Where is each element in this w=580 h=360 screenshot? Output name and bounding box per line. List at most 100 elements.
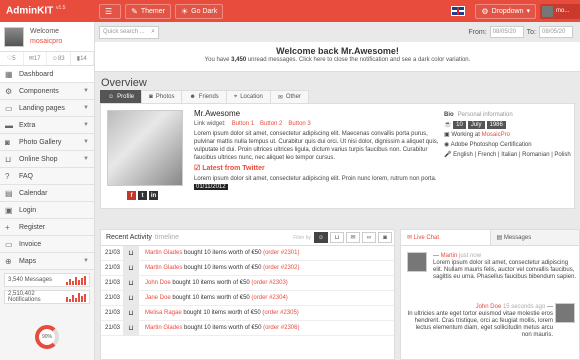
stat-bookmarks[interactable]: ▮ 14 bbox=[71, 52, 94, 65]
sidebar-item-register[interactable]: + Register bbox=[0, 219, 94, 236]
languages-row: 🎤 English | French | Italian | Romanian … bbox=[444, 152, 571, 158]
go-dark-button[interactable]: ☀ Go Dark bbox=[175, 3, 224, 19]
sidebar-item-maps[interactable]: ⊕ Maps ▼ bbox=[0, 253, 94, 270]
tab-profile[interactable]: ☺ Profile bbox=[100, 90, 143, 103]
list-item: 21/03 ⊔ Melisa Ragae bought 10 items worth… bbox=[101, 305, 394, 321]
filter-camera-icon[interactable]: ◙ bbox=[378, 232, 392, 243]
avatar bbox=[555, 303, 575, 323]
sidebar-item-landing-pages[interactable]: ▭ Landing pages ▼ bbox=[0, 100, 94, 117]
twitter-heading: ☑ Latest from Twitter bbox=[194, 165, 265, 172]
stat-users[interactable]: ☺ 83 bbox=[47, 52, 71, 65]
sidebar-item-dashboard[interactable]: ▦ Dashboard bbox=[0, 66, 94, 83]
button-2[interactable]: Button 2 bbox=[260, 121, 282, 127]
camera-icon: ◙ bbox=[149, 94, 153, 100]
dropdown-button[interactable]: ⚙ Dropdown ▾ bbox=[475, 3, 536, 19]
chevron-down-icon: ▼ bbox=[83, 88, 89, 94]
sparkline bbox=[65, 275, 86, 285]
list-item: 21/03 ⊔ Martin Glades bought 10 items wort… bbox=[101, 245, 394, 261]
tab-messages[interactable]: ▤ Messages bbox=[489, 230, 579, 245]
facebook-icon[interactable]: f bbox=[127, 191, 136, 200]
sidebar-stats: ♡ 5 ✉ 17 ☺ 83 ▮ 14 bbox=[0, 52, 94, 66]
notifications-stat[interactable]: 2,510,402 Notifications bbox=[4, 290, 90, 304]
profile-name: Mr.Awesome bbox=[194, 109, 241, 118]
sidebar-item-calendar[interactable]: ▤ Calendar bbox=[0, 185, 94, 202]
welcome-notification[interactable]: Welcome back Mr.Awesome! You have 3,450 … bbox=[95, 42, 580, 72]
chevron-down-icon: ▼ bbox=[83, 258, 89, 264]
chevron-down-icon: ▼ bbox=[83, 122, 89, 128]
brush-icon: ✎ bbox=[131, 6, 138, 16]
date-range: From: 08/05/20 To: 08/05/20 bbox=[468, 26, 576, 38]
pin-icon: ⌖ bbox=[233, 93, 238, 100]
search-input[interactable]: Quick search ... ⌕ bbox=[99, 25, 159, 39]
filter-mail-icon[interactable]: ✉ bbox=[346, 232, 360, 243]
tab-friends[interactable]: ☻ Friends bbox=[181, 90, 227, 103]
sidebar-item-login[interactable]: ▣ Login bbox=[0, 202, 94, 219]
chat-icon: ✉ bbox=[407, 235, 413, 241]
folder-icon: ▬ bbox=[5, 120, 13, 130]
chat-icon: ✉ bbox=[277, 94, 283, 101]
caret-down-icon: ▾ bbox=[526, 8, 530, 15]
brand-logo[interactable]: AdminKIT v1.5 bbox=[0, 5, 95, 16]
sidebar-item-faq[interactable]: ? FAQ bbox=[0, 168, 94, 185]
tab-location[interactable]: ⌖ Location bbox=[225, 90, 271, 103]
recent-activity-panel: Recent Activity timeline Filter by ☺ ⊔ ✉ … bbox=[100, 229, 395, 360]
birthday-row: ☕ 10 July 1986 bbox=[444, 120, 574, 130]
sidebar-item-extra[interactable]: ▬ Extra ▼ bbox=[0, 117, 94, 134]
inbox-icon: ▤ bbox=[496, 235, 503, 241]
question-icon: ? bbox=[5, 171, 10, 181]
sidebar-profile: Welcome mosaicpro bbox=[0, 22, 94, 52]
list-item: 21/03 ⊔ Martin Glades bought 10 items wort… bbox=[101, 320, 394, 336]
user-icon: ☺ bbox=[108, 94, 115, 100]
invoice-icon: ▭ bbox=[5, 239, 13, 249]
username-link[interactable]: mosaicpro bbox=[30, 38, 62, 45]
welcome-label: Welcome bbox=[30, 27, 60, 35]
sidebar-item-online-shop[interactable]: ⊔ Online Shop ▼ bbox=[0, 151, 94, 168]
certification-row: ◉ Adobe Photoshop Certification bbox=[444, 142, 532, 148]
tab-live-chat[interactable]: ✉ Live Chat bbox=[401, 230, 490, 245]
overview-title: Overview bbox=[101, 77, 147, 89]
avatar bbox=[542, 5, 553, 17]
bio-text: Lorem ipsum dolor sit amet, consectetur … bbox=[194, 131, 439, 161]
user-menu-button[interactable]: mo... bbox=[540, 3, 580, 19]
twitter-icon[interactable]: t bbox=[138, 191, 147, 200]
chat-panel: ✉ Live Chat ▤ Messages — Martin just now… bbox=[400, 229, 580, 360]
profile-photo bbox=[107, 110, 183, 186]
cart-icon: ⊔ bbox=[123, 275, 139, 291]
cart-icon: ⊔ bbox=[123, 260, 139, 276]
uk-flag-icon[interactable] bbox=[451, 6, 466, 16]
cart-icon: ⊔ bbox=[123, 320, 139, 336]
sparkline bbox=[65, 292, 86, 302]
filter-link-icon[interactable]: ∞ bbox=[362, 232, 376, 243]
main-content: Quick search ... ⌕ From: 08/05/20 To: 08/… bbox=[95, 22, 580, 360]
stat-mail[interactable]: ✉ 17 bbox=[24, 52, 47, 65]
cart-icon: ⊔ bbox=[123, 290, 139, 306]
button-1[interactable]: Button 1 bbox=[232, 121, 254, 127]
sun-icon: ☀ bbox=[181, 6, 189, 16]
themer-button[interactable]: ✎ Themer bbox=[125, 3, 171, 19]
list-item: 21/03 ⊔ Martin Glades bought 10 items wort… bbox=[101, 260, 394, 276]
sidebar-item-photo-gallery[interactable]: ◙ Photo Gallery ▼ bbox=[0, 134, 94, 151]
calendar-icon: ▤ bbox=[5, 188, 13, 198]
stat-likes[interactable]: ♡ 5 bbox=[0, 52, 24, 65]
profile-photo[interactable] bbox=[4, 26, 24, 47]
filter-users-icon[interactable]: ☺ bbox=[314, 232, 328, 243]
filter-cart-icon[interactable]: ⊔ bbox=[330, 232, 344, 243]
linkedin-icon[interactable]: in bbox=[149, 191, 158, 200]
tab-other[interactable]: ✉ Other bbox=[269, 90, 309, 103]
messages-stat[interactable]: 3,540 Messages bbox=[4, 273, 90, 287]
sidebar-item-invoice[interactable]: ▭ Invoice bbox=[0, 236, 94, 253]
menu-toggle-button[interactable]: ☰ bbox=[99, 3, 122, 19]
from-date-field[interactable]: 08/05/20 bbox=[489, 26, 524, 38]
sidebar-item-components[interactable]: ⚙ Components ▼ bbox=[0, 83, 94, 100]
overview-tabs: ☺ Profile ◙ Photos ☻ Friends ⌖ Location ✉ Oth… bbox=[100, 90, 575, 104]
chevron-down-icon: ▼ bbox=[83, 156, 89, 162]
button-3[interactable]: Button 3 bbox=[288, 121, 310, 127]
tab-photos[interactable]: ◙ Photos bbox=[141, 90, 183, 103]
tweet: Lorem ipsum dolor sit amet, consectetur … bbox=[194, 176, 437, 190]
users-icon: ☻ bbox=[189, 94, 196, 100]
to-date-field[interactable]: 08/05/20 bbox=[539, 26, 573, 38]
welcome-title: Welcome back Mr.Awesome! bbox=[276, 46, 399, 56]
cart-icon: ⊔ bbox=[123, 245, 139, 261]
lock-icon: ▣ bbox=[5, 205, 13, 215]
sidebar: Welcome mosaicpro ♡ 5 ✉ 17 ☺ 83 ▮ 14 ▦ Das… bbox=[0, 22, 95, 360]
